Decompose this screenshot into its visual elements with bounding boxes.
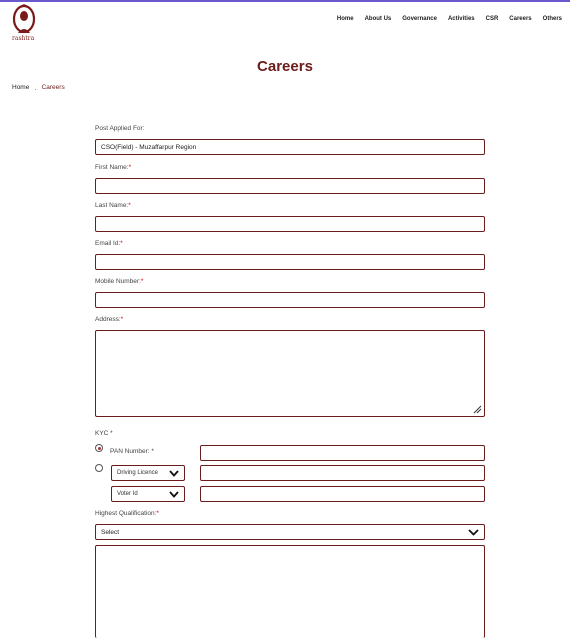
post-applied-value: CSO(Field) - Muzaffarpur Region (101, 143, 197, 151)
driving-licence-select[interactable]: Driving Licence (111, 465, 185, 481)
voter-id-value: Voter Id (117, 491, 138, 497)
nav-csr[interactable]: CSR (486, 16, 499, 22)
email-field[interactable] (95, 254, 485, 270)
address-label: Address:* (95, 316, 124, 323)
nav-others[interactable]: Others (543, 16, 562, 22)
nav-about-us[interactable]: About Us (365, 16, 392, 22)
qualification-label: Highest Qualification:* (95, 510, 159, 517)
other-id-radio[interactable] (95, 464, 103, 472)
main-nav: Home About Us Governance Activities CSR … (337, 16, 562, 22)
address-textarea[interactable] (95, 330, 485, 417)
qualification-value: Select (101, 528, 120, 536)
qualification-details-textarea[interactable] (95, 545, 485, 638)
driving-licence-value: Driving Licence (117, 470, 159, 476)
chevron-down-icon (169, 491, 179, 498)
post-label: Post Applied For: (95, 125, 145, 132)
mobile-label: Mobile Number:* (95, 278, 144, 285)
resize-handle-icon[interactable] (473, 405, 482, 414)
kyc-label: KYC * (95, 430, 113, 437)
email-label: Email Id:* (95, 240, 123, 247)
last-name-field[interactable] (95, 216, 485, 232)
voter-id-select[interactable]: Voter Id (111, 486, 185, 502)
first-name-label: First Name:* (95, 164, 132, 171)
top-accent-bar (0, 0, 570, 2)
nav-governance[interactable]: Governance (402, 16, 437, 22)
breadcrumb-home[interactable]: Home (12, 84, 29, 91)
pan-label: PAN Number: * (110, 448, 154, 455)
page-title: Careers (257, 58, 313, 75)
logo-text: rashtra (12, 35, 35, 42)
nav-home[interactable]: Home (337, 16, 354, 22)
breadcrumb-separator: . (34, 82, 37, 92)
breadcrumb-current: Careers (41, 84, 65, 91)
chevron-down-icon (468, 529, 479, 536)
driving-licence-field[interactable] (200, 465, 485, 481)
pan-number-field[interactable] (200, 445, 485, 461)
nav-activities[interactable]: Activities (448, 16, 475, 22)
breadcrumb: Home . Careers (12, 82, 65, 92)
pan-radio[interactable] (95, 444, 103, 452)
post-applied-field[interactable]: CSO(Field) - Muzaffarpur Region (95, 139, 485, 155)
voter-id-field[interactable] (200, 486, 485, 502)
first-name-field[interactable] (95, 178, 485, 194)
nav-careers[interactable]: Careers (509, 16, 531, 22)
last-name-label: Last Name:* (95, 202, 131, 209)
mobile-field[interactable] (95, 292, 485, 308)
qualification-select[interactable]: Select (95, 524, 485, 540)
chevron-down-icon (169, 470, 179, 477)
